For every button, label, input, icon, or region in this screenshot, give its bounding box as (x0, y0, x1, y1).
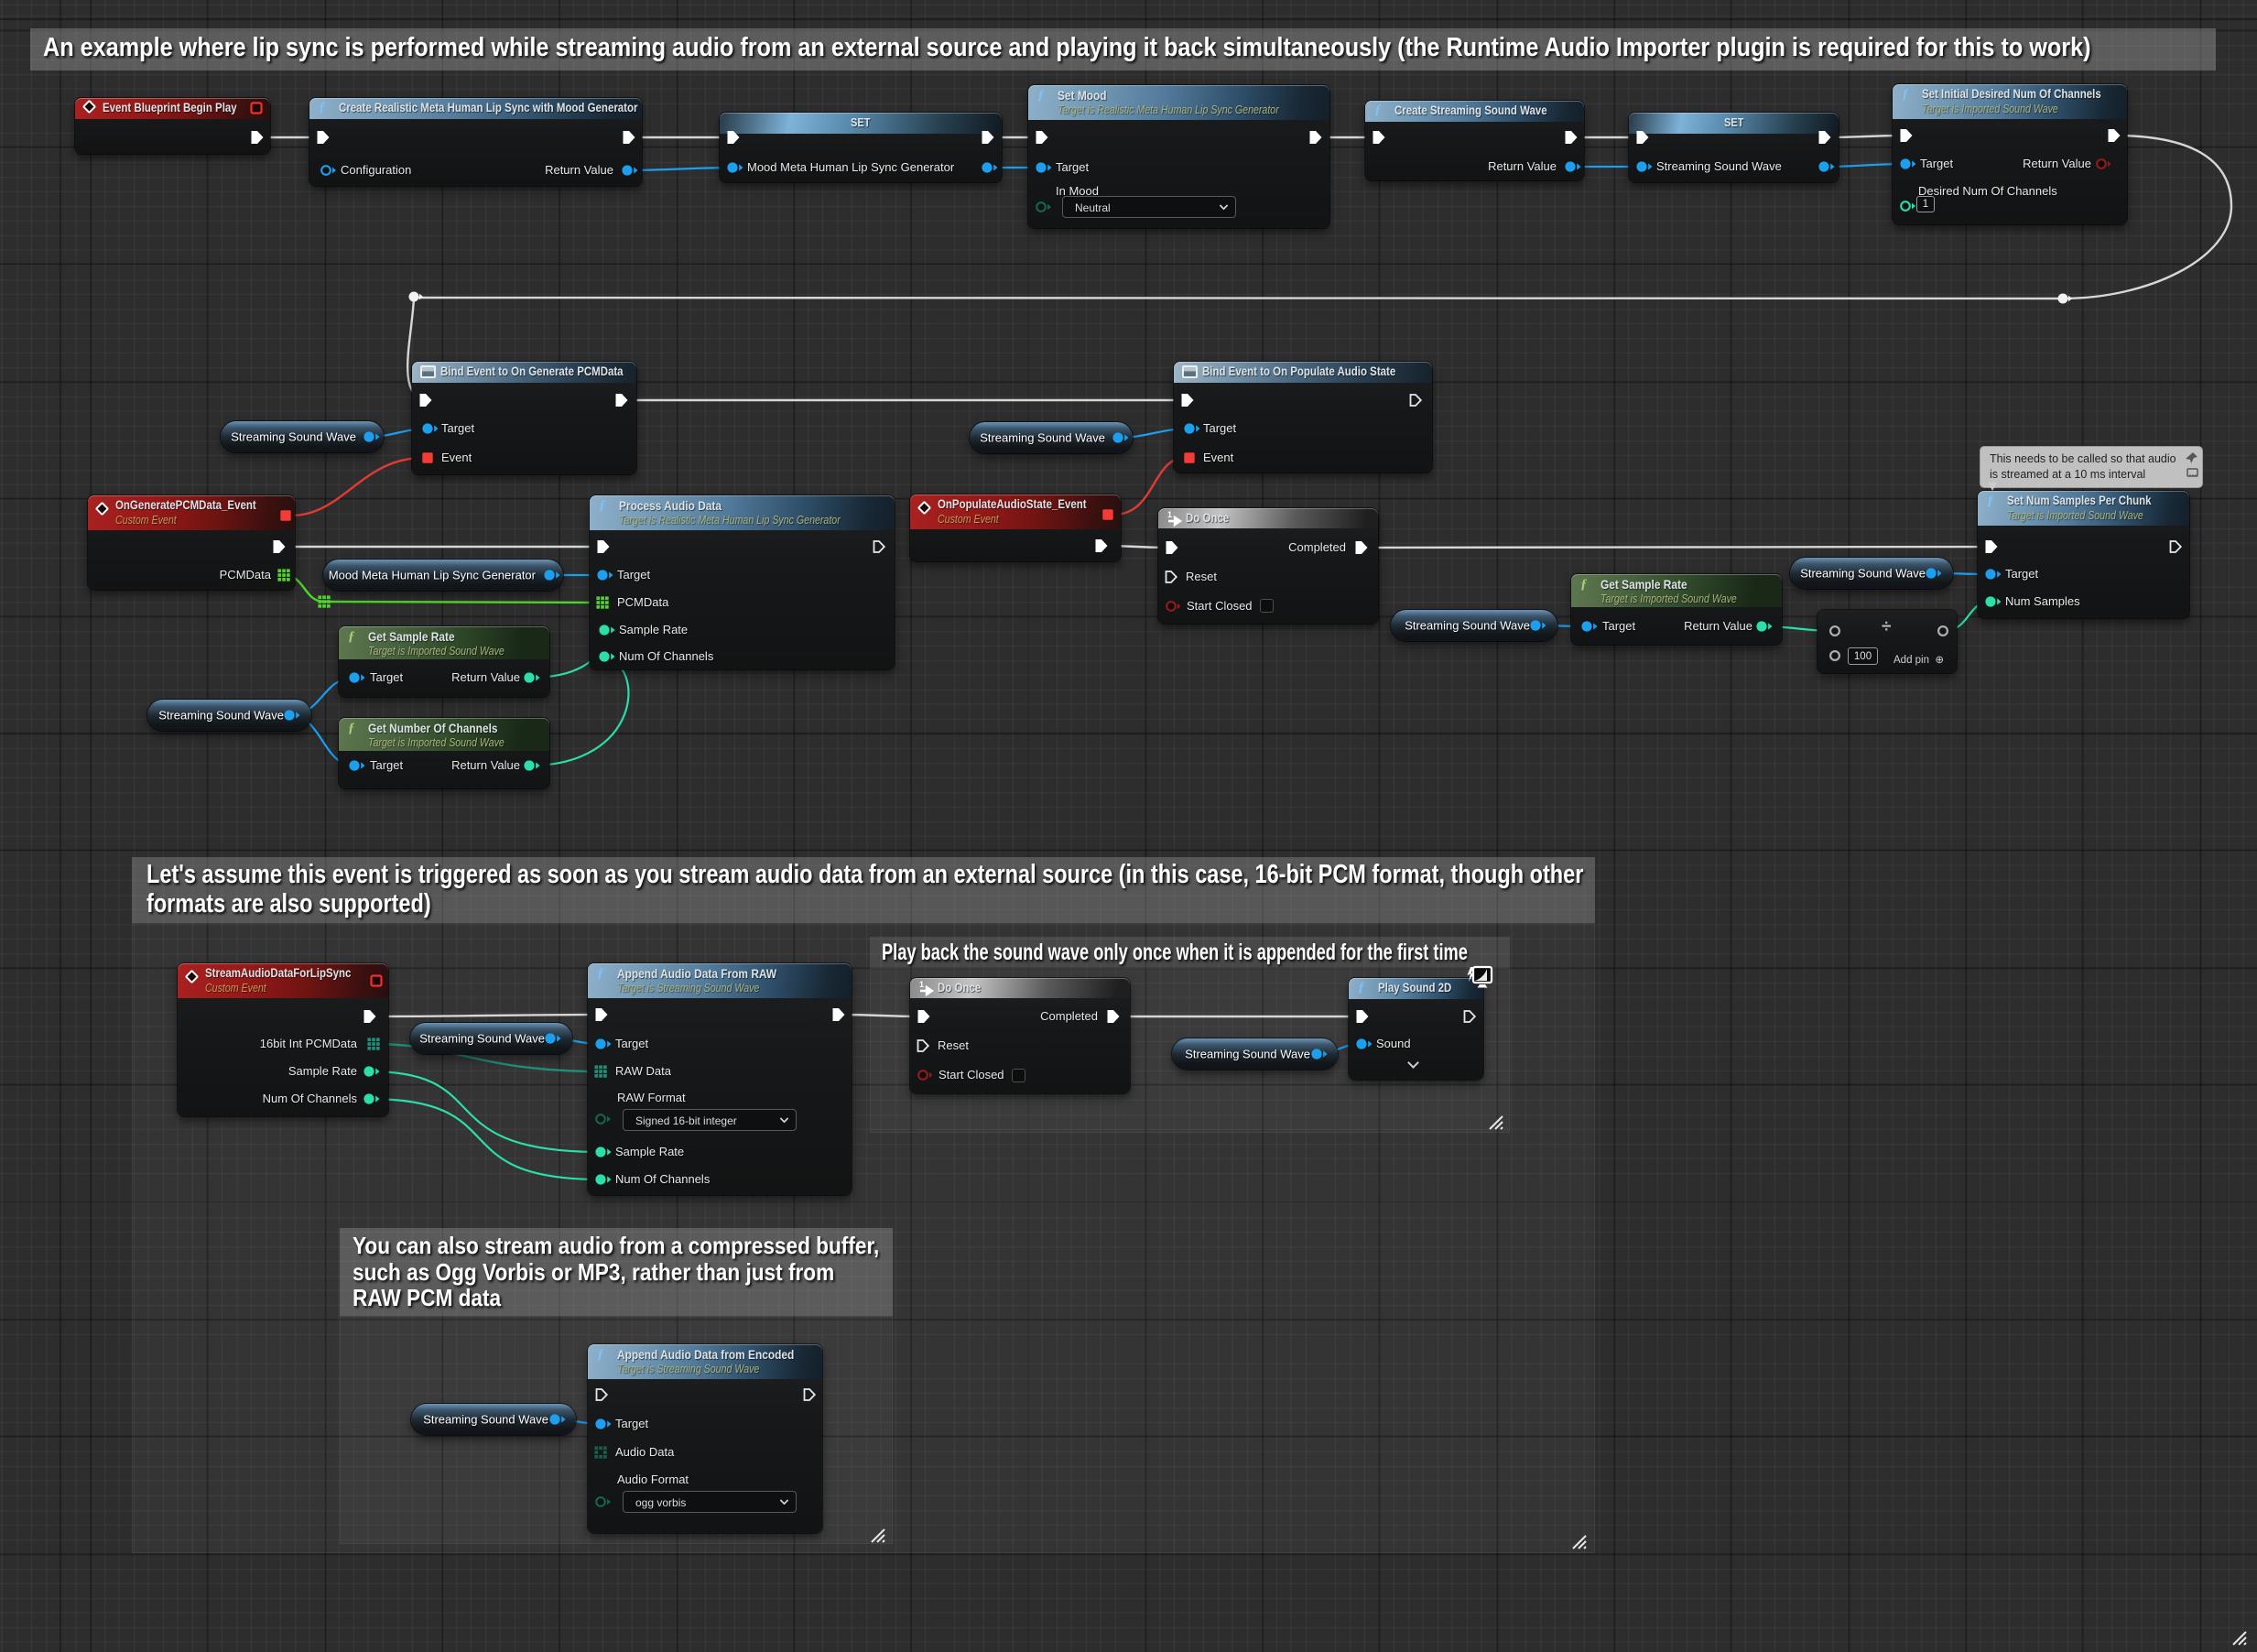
svg-text:1: 1 (1167, 510, 1172, 519)
svg-text:1: 1 (919, 980, 924, 989)
